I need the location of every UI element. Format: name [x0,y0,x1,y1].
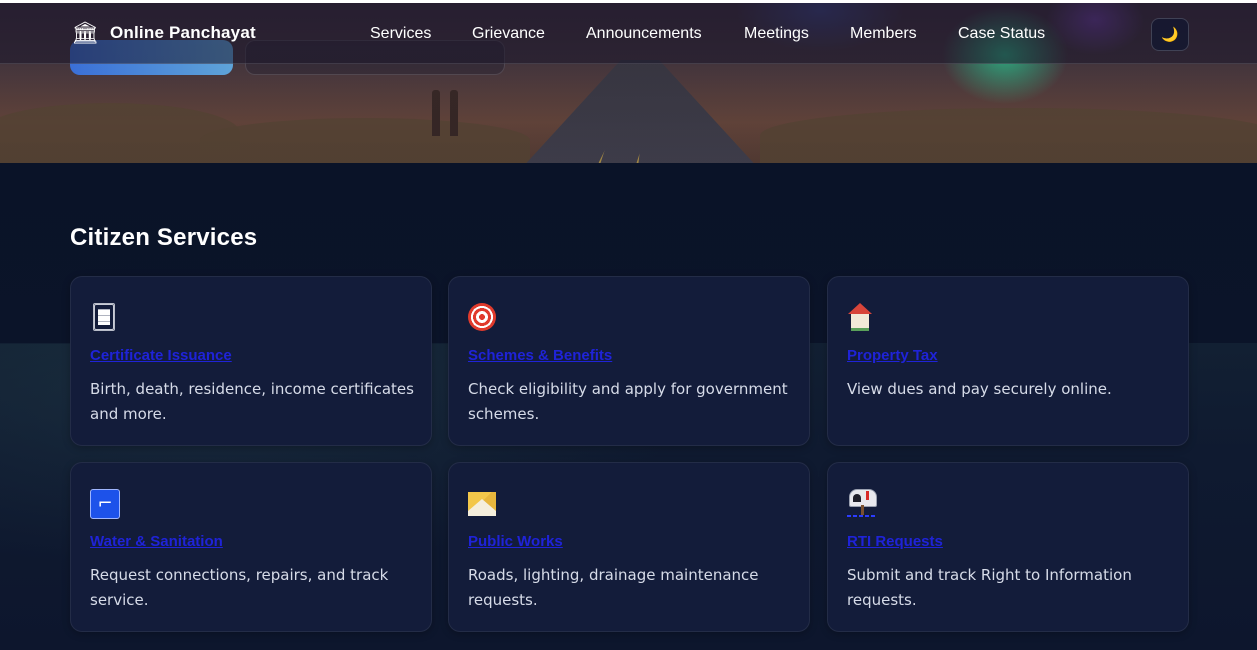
nav-item-case-status[interactable]: Case Status [958,25,1045,43]
construction-icon [468,489,498,519]
nav-item-grievance[interactable]: Grievance [472,25,545,43]
service-card-description: Roads, lighting, drainage maintenance re… [468,566,759,609]
service-card-description: Request connections, repairs, and track … [90,566,389,609]
service-card-rti[interactable]: RTI Requests Submit and track Right to I… [827,462,1189,632]
mailbox-icon [847,489,877,519]
target-icon [468,303,498,333]
service-card-title[interactable]: Public Works [468,533,563,550]
service-card-title[interactable]: Certificate Issuance [90,347,232,364]
theme-toggle-button[interactable]: 🌙 [1151,18,1189,51]
service-card-description: Submit and track Right to Information re… [847,566,1132,609]
service-card-description: View dues and pay securely online. [847,380,1112,398]
water-tap-icon: ⌐ [90,489,120,519]
service-card-title[interactable]: Water & Sanitation [90,533,223,550]
nav-item-services[interactable]: Services [370,25,431,43]
service-card-public-works[interactable]: Public Works Roads, lighting, drainage m… [448,462,810,632]
service-card-title[interactable]: Schemes & Benefits [468,347,612,364]
moon-icon: 🌙 [1161,26,1179,42]
service-card-certificates[interactable]: Certificate Issuance Birth, death, resid… [70,276,432,446]
nav-item-announcements[interactable]: Announcements [586,25,702,43]
service-card-water[interactable]: ⌐ Water & Sanitation Request connections… [70,462,432,632]
document-icon [90,303,120,333]
service-card-description: Check eligibility and apply for governme… [468,380,788,423]
house-icon [847,303,877,333]
nav-item-meetings[interactable]: Meetings [744,25,809,43]
service-card-description: Birth, death, residence, income certific… [90,380,414,423]
navbar: 🏛 Online Panchayat Services Grievance An… [0,3,1257,64]
main-nav: Services Grievance Announcements Meeting… [0,25,1257,45]
service-card-schemes[interactable]: Schemes & Benefits Check eligibility and… [448,276,810,446]
section-title: Citizen Services [70,224,258,251]
nav-item-members[interactable]: Members [850,25,917,43]
service-card-title[interactable]: RTI Requests [847,533,943,550]
service-card-title[interactable]: Property Tax [847,347,938,364]
service-card-property-tax[interactable]: Property Tax View dues and pay securely … [827,276,1189,446]
